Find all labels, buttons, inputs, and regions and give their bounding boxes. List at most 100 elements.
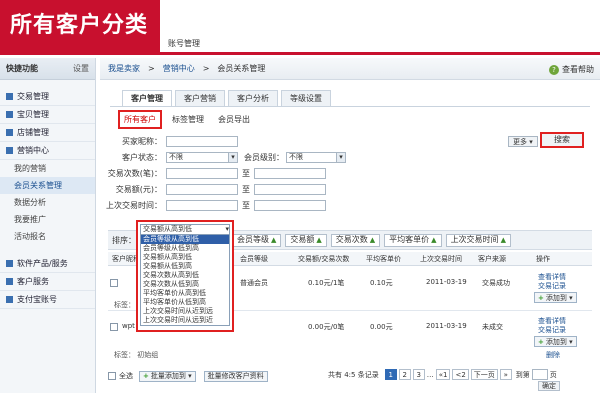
breadcrumb-item: 会员关系管理 <box>217 64 266 73</box>
tab-customer-management[interactable]: 客户管理 <box>122 90 172 106</box>
sort-by-avg-button[interactable]: 平均客单价 ▲ <box>384 233 442 247</box>
page-number-input[interactable] <box>531 369 548 380</box>
page-button[interactable]: 2 <box>398 369 411 380</box>
subtab-tag-management[interactable]: 标签管理 <box>168 112 208 127</box>
sort-up-icon: ▲ <box>271 236 277 244</box>
banner-rule <box>0 52 600 55</box>
pagination: 共有 4:5 条记录 1 2 3 … «1 <2 下一页 » 到第 页 <box>328 369 557 380</box>
page-button[interactable]: 1 <box>384 369 397 380</box>
trade-amount-min-input[interactable] <box>166 184 238 195</box>
sidebar-item-trade[interactable]: 交易管理 <box>0 88 95 106</box>
square-icon <box>6 93 13 100</box>
last-trade-row: 上次交易时间： 至 <box>106 200 326 211</box>
subtab-member-export[interactable]: 会员导出 <box>214 112 254 127</box>
buyer-name-row: 买家昵称： <box>106 136 238 147</box>
breadcrumb-item[interactable]: 我是卖家 <box>108 63 140 74</box>
chevron-down-icon: ▾ <box>336 153 345 162</box>
last-trade-end-input[interactable] <box>254 200 326 211</box>
sort-dropdown[interactable]: 交易额从高到低 ▾ 会员等级从高到低 会员等级从低到高 交易额从高到低 交易额从… <box>136 220 234 332</box>
trade-records-link[interactable]: 交易记录 <box>538 325 566 335</box>
sort-by-amount-button[interactable]: 交易额 ▲ <box>285 233 327 247</box>
customer-name[interactable]: wpt <box>122 322 135 330</box>
tab-customer-analysis[interactable]: 客户分析 <box>228 90 278 106</box>
plus-icon: + <box>538 337 544 346</box>
sidebar-item-shop[interactable]: 店铺管理 <box>0 124 95 142</box>
buyer-name-input[interactable] <box>166 136 238 147</box>
sidebar-item-label: 交易管理 <box>17 92 49 101</box>
sort-by-last-trade-button[interactable]: 上次交易时间 ▲ <box>445 233 511 247</box>
first-page-button[interactable]: «1 <box>435 369 451 380</box>
more-button[interactable]: 更多 ▾ <box>508 136 538 147</box>
sidebar-subitem-data-analysis[interactable]: 数据分析 <box>0 194 95 211</box>
sidebar: 快捷功能 设置 交易管理 宝贝管理 店铺管理 营销中心 我的营销 会员关系管理 … <box>0 58 96 393</box>
square-icon <box>6 111 13 118</box>
level-select[interactable]: 不限 ▾ <box>286 152 346 163</box>
range-separator: 至 <box>242 169 250 178</box>
help-link[interactable]: ? 查看帮助 <box>549 64 594 75</box>
sort-option[interactable]: 会员等级从低到高 <box>141 244 229 253</box>
sort-option[interactable]: 平均客单价从高到低 <box>141 289 229 298</box>
select-all-checkbox[interactable] <box>108 372 116 380</box>
subtab-all-customers[interactable]: 所有客户 <box>118 110 162 129</box>
page-button[interactable]: 3 <box>412 369 425 380</box>
add-to-label: 添加到 <box>545 293 567 302</box>
column-header: 上次交易时间 <box>420 254 462 263</box>
sidebar-settings-link[interactable]: 设置 <box>73 63 89 74</box>
sidebar-item-label: 客户服务 <box>17 277 49 286</box>
help-icon: ? <box>549 64 559 75</box>
sort-by-level-button[interactable]: 会员等级 ▲ <box>232 233 282 247</box>
sort-option[interactable]: 会员等级从高到低 <box>141 235 229 244</box>
batch-add-button[interactable]: + 批量添加到 ▾ <box>139 370 196 382</box>
sort-dropdown-current[interactable]: 交易额从高到低 ▾ <box>140 224 230 235</box>
last-page-button[interactable]: » <box>499 369 512 380</box>
sort-option[interactable]: 交易额从低到高 <box>141 262 229 271</box>
trade-count-min-input[interactable] <box>166 168 238 179</box>
sort-option[interactable]: 交易额从高到低 <box>141 253 229 262</box>
row-checkbox[interactable] <box>110 279 118 287</box>
column-header: 交易额/交易次数 <box>298 254 350 263</box>
trade-amount-max-input[interactable] <box>254 184 326 195</box>
batch-edit-button[interactable]: 批量修改客户资料 <box>203 370 268 382</box>
app-title: 账号管理 <box>168 39 200 48</box>
sidebar-subitem-crm[interactable]: 会员关系管理 <box>0 177 95 194</box>
sort-option[interactable]: 交易次数从低到高 <box>141 280 229 289</box>
sidebar-item-customer-service[interactable]: 客户服务 <box>0 273 95 291</box>
tab-customer-marketing[interactable]: 客户营销 <box>175 90 225 106</box>
add-to-button[interactable]: + 添加到 ▾ <box>534 336 577 347</box>
sidebar-header-label: 快捷功能 <box>6 64 38 73</box>
status-select[interactable]: 不限 ▾ <box>166 152 238 163</box>
select-all-label: 全选 <box>119 372 133 380</box>
trade-count-max-input[interactable] <box>254 168 326 179</box>
tab-level-settings[interactable]: 等级设置 <box>281 90 331 106</box>
sidebar-item-goods[interactable]: 宝贝管理 <box>0 106 95 124</box>
column-header: 操作 <box>536 254 550 263</box>
sidebar-item-label: 宝贝管理 <box>17 110 49 119</box>
customer-source: 交易成功 <box>482 279 510 287</box>
confirm-jump-button[interactable]: 确定 <box>538 381 560 391</box>
sort-option[interactable]: 上次交易时间从远到近 <box>141 316 229 325</box>
sidebar-subitem-promotion[interactable]: 我要推广 <box>0 211 95 228</box>
search-button[interactable]: 搜索 <box>540 132 584 148</box>
delete-link[interactable]: 删除 <box>546 350 560 360</box>
sidebar-item-software[interactable]: 软件产品/服务 <box>0 255 95 273</box>
sort-option[interactable]: 交易次数从高到低 <box>141 271 229 280</box>
next-page-button[interactable]: 下一页 <box>470 369 498 380</box>
sidebar-item-alipay[interactable]: 支付宝账号 <box>0 291 95 309</box>
range-separator: 至 <box>242 185 250 194</box>
row-checkbox[interactable] <box>110 323 118 331</box>
prev-page-button[interactable]: <2 <box>452 369 469 380</box>
sidebar-subitem-events[interactable]: 活动报名 <box>0 228 95 245</box>
sort-by-count-button[interactable]: 交易次数 ▲ <box>330 233 381 247</box>
breadcrumb-item[interactable]: 营销中心 <box>163 63 195 74</box>
sort-option[interactable]: 上次交易时间从近到远 <box>141 307 229 316</box>
avg-price: 0.00元 <box>370 323 393 331</box>
last-trade-start-input[interactable] <box>166 200 238 211</box>
last-trade-time: 2011-03-19 <box>426 322 467 330</box>
member-level: 普通会员 <box>240 279 268 287</box>
add-to-button[interactable]: + 添加到 ▾ <box>534 292 577 303</box>
sidebar-subitem-my-marketing[interactable]: 我的营销 <box>0 160 95 177</box>
sidebar-item-marketing[interactable]: 营销中心 <box>0 142 95 160</box>
trade-records-link[interactable]: 交易记录 <box>538 281 566 291</box>
sort-option[interactable]: 平均客单价从低到高 <box>141 298 229 307</box>
sort-button-label: 会员等级 <box>237 235 269 244</box>
